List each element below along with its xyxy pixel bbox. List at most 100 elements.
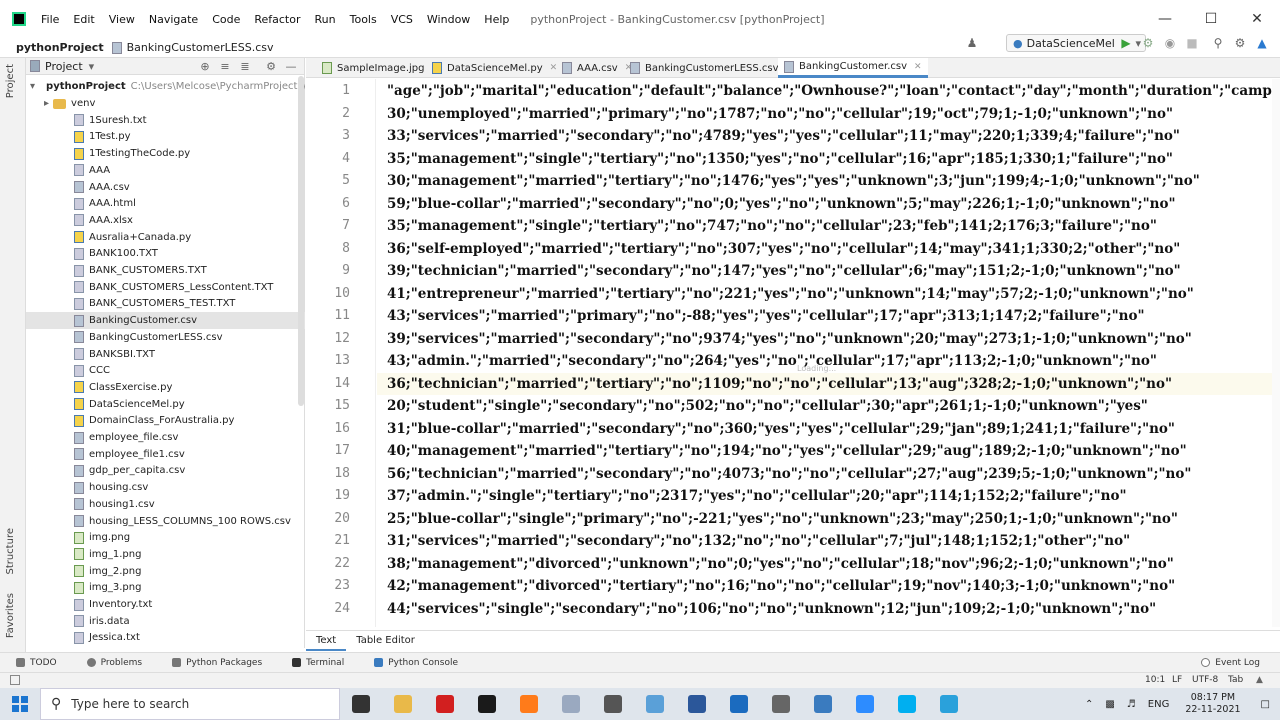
lock-icon[interactable]: ▲ xyxy=(1256,675,1263,685)
menu-refactor[interactable]: Refactor xyxy=(247,13,307,26)
breadcrumb-project[interactable]: pythonProject xyxy=(0,41,104,54)
tree-item[interactable]: AAA.html xyxy=(26,195,305,212)
tool-event-log[interactable]: Event Log xyxy=(1185,658,1280,668)
code-line[interactable]: 31;"blue-collar";"married";"secondary";"… xyxy=(377,418,1274,440)
code-line[interactable]: 43;"services";"married";"primary";"no";-… xyxy=(377,305,1274,327)
hide-icon[interactable]: — xyxy=(284,59,298,73)
chevron-down-icon[interactable]: ▾ xyxy=(30,81,35,92)
code-line[interactable]: 36;"self-employed";"married";"tertiary";… xyxy=(377,238,1274,260)
network-icon[interactable]: ▩ xyxy=(1099,699,1120,710)
taskbar-app-calculator[interactable] xyxy=(718,688,760,720)
tree-item[interactable]: DomainClass_ForAustralia.py xyxy=(26,412,305,429)
search-icon[interactable]: ⚲ xyxy=(1210,35,1226,51)
menu-navigate[interactable]: Navigate xyxy=(142,13,205,26)
tree-item[interactable]: img_3.png xyxy=(26,579,305,596)
taskbar-app-skype[interactable] xyxy=(886,688,928,720)
code-line[interactable]: 39;"technician";"married";"secondary";"n… xyxy=(377,260,1274,282)
tree-item[interactable]: BankingCustomerLESS.csv xyxy=(26,329,305,346)
tool-python-console[interactable]: Python Console xyxy=(358,658,472,668)
tree-item[interactable]: ▸ venv xyxy=(26,95,305,112)
code-line[interactable]: 36;"technician";"married";"tertiary";"no… xyxy=(377,372,1274,395)
breadcrumb-file[interactable]: BankingCustomerLESS.csv xyxy=(111,41,273,54)
code-line[interactable]: 33;"services";"married";"secondary";"no"… xyxy=(377,125,1274,147)
clock[interactable]: 08:17 PM 22-11-2021 xyxy=(1175,692,1250,716)
start-button[interactable] xyxy=(0,688,40,720)
tree-item[interactable]: housing1.csv xyxy=(26,496,305,513)
tree-item[interactable]: Jessica.txt xyxy=(26,629,305,646)
menu-help[interactable]: Help xyxy=(477,13,516,26)
side-tab-favorites[interactable]: Favorites xyxy=(5,593,16,638)
file-encoding[interactable]: UTF-8 xyxy=(1192,675,1218,685)
tree-item[interactable]: BANK_CUSTOMERS_TEST.TXT xyxy=(26,295,305,312)
menu-file[interactable]: File xyxy=(34,13,66,26)
settings-icon[interactable]: ⚙ xyxy=(1232,35,1248,51)
tool-todo[interactable]: TODO xyxy=(0,658,71,668)
tree-item[interactable]: ClassExercise.py xyxy=(26,379,305,396)
tree-item[interactable]: img.png xyxy=(26,529,305,546)
code-line[interactable]: 37;"admin.";"single";"tertiary";"no";231… xyxy=(377,485,1274,507)
tab-table-editor[interactable]: Table Editor xyxy=(346,635,425,646)
jetbrains-logo-icon[interactable]: ▲ xyxy=(1254,35,1270,51)
tree-item[interactable]: 1Suresh.txt xyxy=(26,112,305,129)
coverage-icon[interactable]: ◉ xyxy=(1162,35,1178,51)
taskbar-app-file-explorer[interactable] xyxy=(382,688,424,720)
code-line[interactable]: 40;"management";"married";"tertiary";"no… xyxy=(377,440,1274,462)
editor-scrollbar[interactable] xyxy=(1272,79,1280,627)
tree-item[interactable]: AAA.xlsx xyxy=(26,212,305,229)
code-line[interactable]: 20;"student";"single";"secondary";"no";5… xyxy=(377,395,1274,417)
code-line[interactable]: 25;"blue-collar";"single";"primary";"no"… xyxy=(377,508,1274,530)
chevron-down-icon[interactable]: ▾ xyxy=(89,60,95,73)
taskbar-app-files[interactable] xyxy=(634,688,676,720)
side-tab-structure[interactable]: Structure xyxy=(5,528,16,575)
menu-vcs[interactable]: VCS xyxy=(384,13,420,26)
code-line[interactable]: 38;"management";"divorced";"unknown";"no… xyxy=(377,553,1274,575)
tree-item[interactable]: housing_LESS_COLUMNS_100 ROWS.csv xyxy=(26,513,305,530)
menu-edit[interactable]: Edit xyxy=(66,13,101,26)
collapse-all-icon[interactable]: ≣ xyxy=(238,59,252,73)
taskbar-app-paint[interactable] xyxy=(550,688,592,720)
taskbar-app-usb[interactable] xyxy=(760,688,802,720)
tree-item[interactable]: BANK100.TXT xyxy=(26,245,305,262)
tree-item[interactable]: Inventory.txt xyxy=(26,596,305,613)
indent-setting[interactable]: Tab xyxy=(1228,675,1243,685)
taskbar-app-telegram[interactable] xyxy=(928,688,970,720)
project-scrollbar[interactable] xyxy=(298,76,304,406)
code-line[interactable]: 44;"services";"single";"secondary";"no";… xyxy=(377,598,1274,620)
tool-terminal[interactable]: Terminal xyxy=(276,658,358,668)
line-separator[interactable]: LF xyxy=(1172,675,1182,685)
run-icon[interactable]: ▶ xyxy=(1118,35,1134,51)
tree-item[interactable]: 1Test.py xyxy=(26,128,305,145)
tree-item[interactable]: AAA.csv xyxy=(26,179,305,196)
code-line[interactable]: 30;"management";"married";"tertiary";"no… xyxy=(377,170,1274,192)
tree-item[interactable]: BankingCustomer.csv xyxy=(26,312,305,330)
expand-all-icon[interactable]: ≡ xyxy=(218,59,232,73)
taskbar-app-task-view[interactable] xyxy=(340,688,382,720)
taskbar-app-network[interactable] xyxy=(802,688,844,720)
language-indicator[interactable]: ENG xyxy=(1142,699,1176,710)
taskbar-app-pycharm[interactable] xyxy=(466,688,508,720)
tree-item[interactable]: employee_file1.csv xyxy=(26,446,305,463)
editor-tab[interactable]: DataScienceMel.py ✕ xyxy=(426,58,563,78)
taskbar-search[interactable]: ⚲ Type here to search xyxy=(40,688,340,720)
code-line[interactable]: 30;"unemployed";"married";"primary";"no"… xyxy=(377,103,1274,125)
menu-view[interactable]: View xyxy=(102,13,142,26)
tree-item[interactable]: iris.data xyxy=(26,613,305,630)
tab-text[interactable]: Text xyxy=(306,631,347,651)
gear-icon[interactable]: ⚙ xyxy=(264,59,278,73)
panel-toggle-icon[interactable] xyxy=(10,675,20,685)
close-window-icon[interactable]: ✕ xyxy=(1234,0,1280,38)
tree-item[interactable]: img_2.png xyxy=(26,563,305,580)
code-line[interactable]: 35;"management";"single";"tertiary";"no"… xyxy=(377,148,1274,170)
code-line[interactable]: 42;"management";"divorced";"tertiary";"n… xyxy=(377,575,1274,597)
menu-code[interactable]: Code xyxy=(205,13,247,26)
tree-item[interactable]: BANK_CUSTOMERS_LessContent.TXT xyxy=(26,279,305,296)
minimize-icon[interactable]: — xyxy=(1142,0,1188,38)
tray-chevron-up-icon[interactable]: ⌃ xyxy=(1079,699,1099,710)
tree-item[interactable]: BANK_CUSTOMERS.TXT xyxy=(26,262,305,279)
notifications-icon[interactable]: □ xyxy=(1251,699,1280,710)
menu-run[interactable]: Run xyxy=(308,13,343,26)
tree-item[interactable]: img_1.png xyxy=(26,546,305,563)
tree-item[interactable]: gdp_per_capita.csv xyxy=(26,462,305,479)
tree-item[interactable]: housing.csv xyxy=(26,479,305,496)
debug-icon[interactable]: ⚙ xyxy=(1140,35,1156,51)
